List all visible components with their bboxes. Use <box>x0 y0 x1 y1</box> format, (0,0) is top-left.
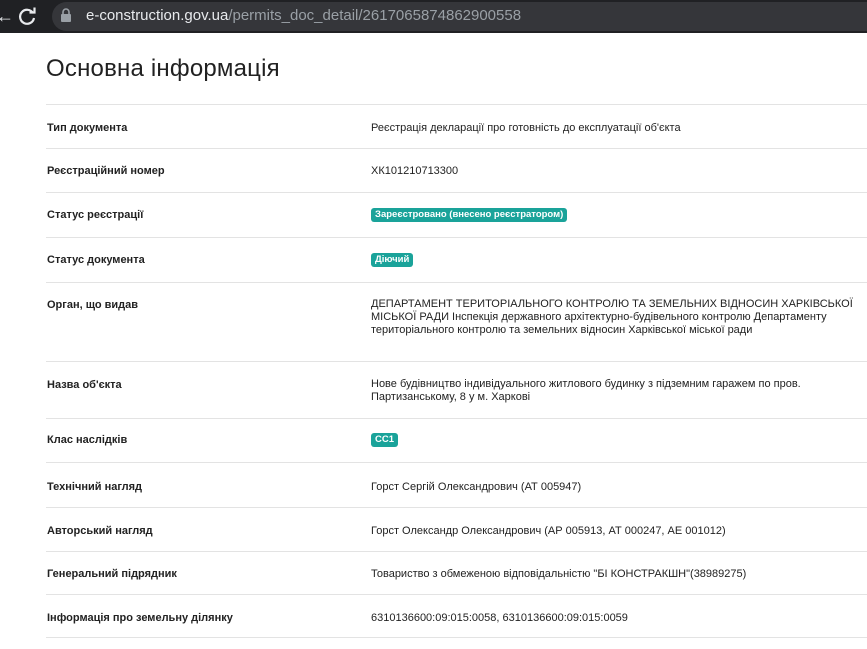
row-label: Інформація про земельну ділянку <box>47 612 233 624</box>
row-label: Тип документа <box>47 122 128 134</box>
row-author-supervision: Авторський нагляд Горст Олександр Олекса… <box>46 507 867 551</box>
status-badge: Зареєстровано (внесено реєстратором) <box>371 208 568 222</box>
row-registration-number: Реєстраційний номер ХК101210713300 <box>46 148 867 192</box>
row-document-status: Статус документа Діючий <box>46 237 867 282</box>
row-label: Статус реєстрації <box>47 209 144 221</box>
lock-icon <box>61 8 71 22</box>
row-value: 6310136600:09:015:0058, 6310136600:09:01… <box>371 612 628 624</box>
row-consequence-class: Клас наслідків СС1 <box>46 418 867 462</box>
row-document-type: Тип документа Реєстрація декларації про … <box>46 104 867 148</box>
url-host: e-construction.gov.ua <box>86 7 229 24</box>
row-value: Горст Олександр Олександрович (АР 005913… <box>371 525 726 537</box>
row-value: ДЕПАРТАМЕНТ ТЕРИТОРІАЛЬНОГО КОНТРОЛЮ ТА … <box>371 298 853 336</box>
row-value: Товариство з обмеженою відповідальністю … <box>371 568 747 580</box>
url-path: /permits_doc_detail/2617065874862900558 <box>228 7 522 24</box>
row-value: Реєстрація декларації про готовність до … <box>371 122 681 134</box>
row-general-contractor: Генеральний підрядник Товариство з обмеж… <box>46 551 867 594</box>
back-arrow-icon[interactable]: ← <box>0 5 14 27</box>
row-label: Орган, що видав <box>47 299 139 311</box>
row-technical-supervision: Технічний нагляд Горст Сергій Олександро… <box>46 462 867 507</box>
row-label: Статус документа <box>47 254 145 266</box>
row-value: Діючий <box>371 253 856 267</box>
row-issuing-authority: Орган, що видав ДЕПАРТАМЕНТ ТЕРИТОРІАЛЬН… <box>46 282 867 361</box>
row-label: Технічний нагляд <box>47 481 143 493</box>
row-value: ХК101210713300 <box>371 165 459 177</box>
row-label: Назва об'єкта <box>47 379 122 391</box>
row-object-name: Назва об'єкта Нове будівництво індивідуа… <box>46 361 867 418</box>
row-value: СС1 <box>371 433 856 447</box>
status-badge: Діючий <box>371 253 414 267</box>
reload-icon[interactable] <box>14 4 40 30</box>
row-value: Зареєстровано (внесено реєстратором) <box>371 208 856 222</box>
row-registration-status: Статус реєстрації Зареєстровано (внесено… <box>46 192 867 237</box>
row-label: Реєстраційний номер <box>47 165 165 177</box>
row-label: Авторський нагляд <box>47 525 153 537</box>
row-land-plot-info: Інформація про земельну ділянку 63101366… <box>46 594 867 638</box>
row-value: Горст Сергій Олександрович (АТ 005947) <box>371 481 582 493</box>
row-label: Генеральний підрядник <box>47 568 177 580</box>
class-badge: СС1 <box>371 433 399 447</box>
address-url[interactable]: e-construction.gov.ua/permits_doc_detail… <box>86 7 521 25</box>
page-title: Основна інформація <box>46 55 280 82</box>
row-value: Нове будівництво індивідуального житлово… <box>371 378 801 403</box>
row-label: Клас наслідків <box>47 434 128 446</box>
info-table: Тип документа Реєстрація декларації про … <box>46 104 867 638</box>
browser-toolbar: ← e-construction.gov.ua/permits_doc_deta… <box>0 0 867 33</box>
